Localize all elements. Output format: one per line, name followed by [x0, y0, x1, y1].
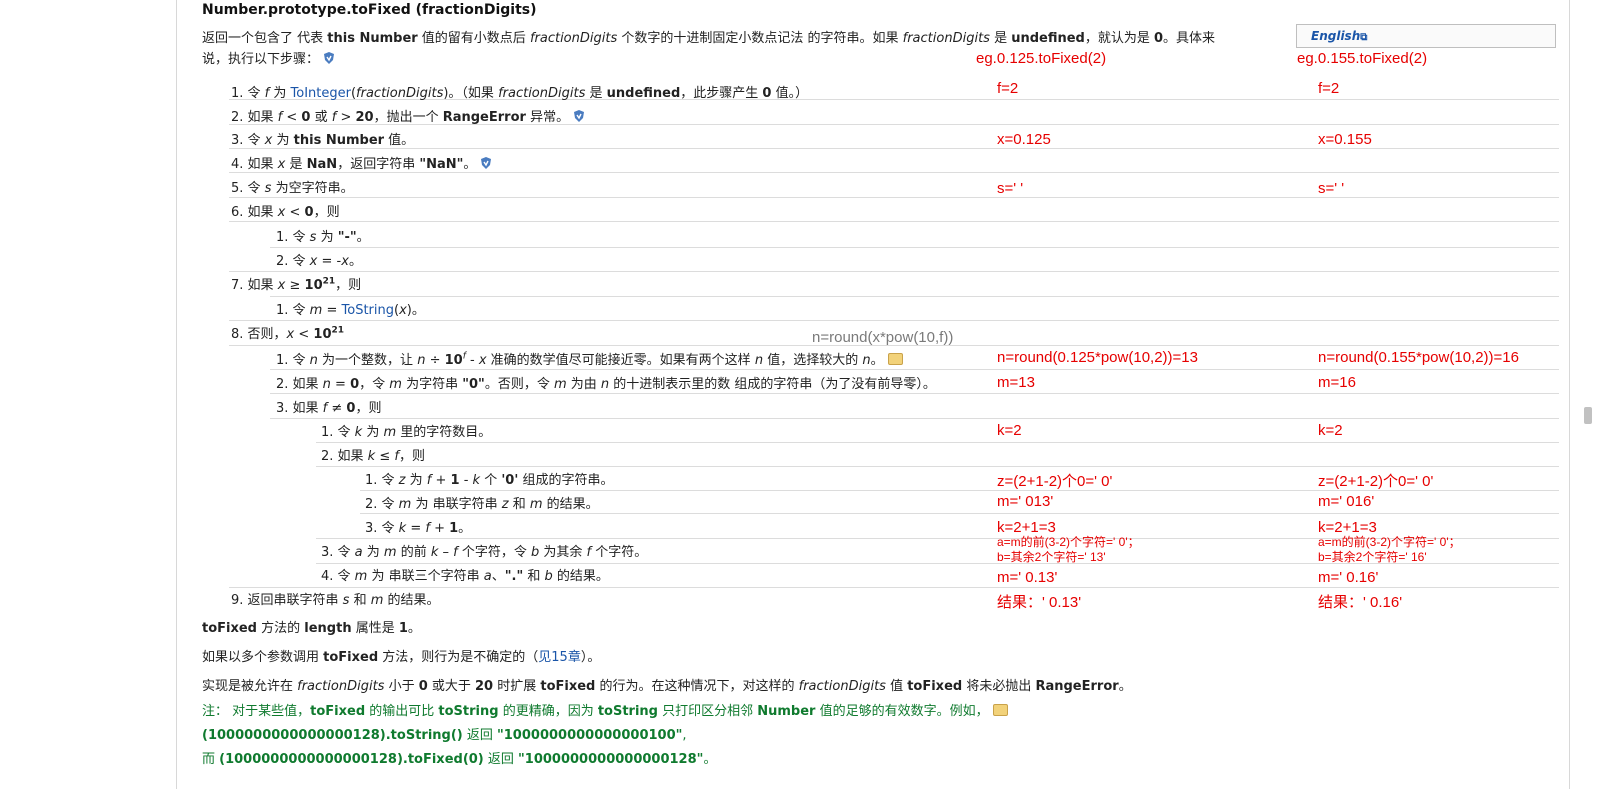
row-divider: [270, 369, 1559, 370]
row-divider: [229, 271, 1559, 272]
row-divider: [316, 466, 1559, 467]
multi-arg-paragraph: 如果以多个参数调用 toFixed 方法，则行为是不确定的（见15章）。: [202, 650, 601, 665]
shield-icon[interactable]: [322, 51, 336, 65]
annotation-a-x: x=0.125: [997, 131, 1051, 148]
note-icon[interactable]: [992, 704, 1008, 716]
step-3: 3. 令 x 为 this Number 值。: [231, 133, 415, 148]
annotation-b-m2: m=' 016': [1318, 493, 1375, 510]
row-divider: [229, 587, 1559, 588]
step-8-3-2-2: 2. 令 m 为 串联字符串 z 和 m 的结果。: [365, 497, 599, 512]
step-8-3-2-3: 3. 令 k = f + 1。: [365, 521, 472, 536]
step-7-1: 1. 令 m = ToString(x)。: [276, 303, 425, 318]
annotation-b-n: n=round(0.155*pow(10,2))=16: [1318, 349, 1519, 366]
external-link-icon: ⧉: [1360, 32, 1368, 43]
annotation-b-m3: m=' 0.16': [1318, 569, 1379, 586]
row-divider: [229, 148, 1559, 149]
step-7: 7. 如果 x ≥ 1021，则: [231, 276, 362, 293]
shield-icon[interactable]: [572, 109, 586, 123]
step-6-2: 2. 令 x = -x。: [276, 254, 362, 269]
annotation-b-title: eg.0.155.toFixed(2): [1297, 50, 1428, 67]
step-6: 6. 如果 x < 0，则: [231, 205, 340, 220]
step-9: 9. 返回串联字符串 s 和 m 的结果。: [231, 593, 440, 608]
annotation-b-ab1: a=m的前(3-2)个字符=' 0'；: [1318, 535, 1461, 549]
step-8-3-2: 2. 如果 k ≤ f，则: [321, 449, 425, 464]
annotation-a-n: n=round(0.125*pow(10,2))=13: [997, 349, 1198, 366]
row-divider: [270, 393, 1559, 394]
extension-paragraph: 实现是被允许在 fractionDigits 小于 0 或大于 20 时扩展 t…: [202, 679, 1132, 694]
english-link-box: English⧉: [1296, 24, 1556, 48]
length-paragraph: toFixed 方法的 length 属性是 1。: [202, 621, 421, 636]
annotation-b-z: z=(2+1-2)个0=' 0': [1318, 473, 1434, 490]
row-divider: [229, 221, 1559, 222]
page-title: Number.prototype.toFixed (fractionDigits…: [202, 2, 537, 18]
annotation-a-result: 结果：' 0.13': [997, 594, 1082, 611]
step-6-1: 1. 令 s 为 "-"。: [276, 230, 370, 245]
step-8-2: 2. 如果 n = 0，令 m 为字符串 "0"。否则，令 m 为由 n 的十进…: [276, 377, 936, 392]
annotation-b-x: x=0.155: [1318, 131, 1372, 148]
step-5: 5. 令 s 为空字符串。: [231, 181, 354, 196]
row-divider: [270, 418, 1559, 419]
tostring-link[interactable]: ToString: [342, 303, 394, 318]
step-4: 4. 如果 x 是 NaN，返回字符串 "NaN"。: [231, 153, 493, 172]
intro-line-1: 返回一个包含了 代表 this Number 值的留有小数点后 fraction…: [202, 31, 1216, 46]
step-8-3-4: 4. 令 m 为 串联三个字符串 a、"." 和 b 的结果。: [321, 569, 609, 584]
annotation-a-f: f=2: [997, 80, 1019, 97]
annotation-a-k: k=2: [997, 422, 1022, 439]
row-divider: [270, 247, 1559, 248]
row-divider: [229, 320, 1559, 321]
annotation-b-m: m=16: [1318, 374, 1356, 391]
row-divider: [270, 296, 1559, 297]
scrollbar-thumb[interactable]: [1584, 407, 1592, 424]
step-8-3: 3. 如果 f ≠ 0，则: [276, 401, 382, 416]
annotation-a-m2: m=' 013': [997, 493, 1054, 510]
step-8-1: 1. 令 n 为一个整数，让 n ÷ 10f - x 准确的数学值尽可能接近零。…: [276, 349, 903, 368]
step-2: 2. 如果 f < 0 或 f > 20，抛出一个 RangeError 异常。: [231, 106, 586, 125]
step-1: 1. 令 f 为 ToInteger(fractionDigits)。（如果 f…: [231, 86, 809, 101]
step-8: 8. 否则，x < 1021: [231, 325, 345, 342]
row-divider: [229, 197, 1559, 198]
annotation-a-s: s=' ': [997, 180, 1024, 197]
note-line-1: 注： 对于某些值，toFixed 的输出可比 toString 的更精确，因为 …: [202, 700, 1008, 719]
formula-annotation: n=round(x*pow(10,f)): [812, 329, 954, 346]
step-8-3-2-1: 1. 令 z 为 f + 1 - k 个 '0' 组成的字符串。: [365, 473, 614, 488]
annotation-b-s: s=' ': [1318, 180, 1345, 197]
annotation-a-k2: k=2+1=3: [997, 519, 1056, 536]
row-divider: [360, 513, 1559, 514]
chapter-15-link[interactable]: 见15章: [538, 650, 581, 665]
intro-line-2: 说，执行以下步骤：: [202, 50, 336, 70]
annotation-b-k: k=2: [1318, 422, 1343, 439]
tointeger-link[interactable]: ToInteger: [291, 86, 351, 101]
annotation-a-ab1: a=m的前(3-2)个字符=' 0'；: [997, 535, 1140, 549]
step-8-3-1: 1. 令 k 为 m 里的字符数目。: [321, 425, 492, 440]
shield-icon[interactable]: [479, 156, 493, 170]
annotation-a-m: m=13: [997, 374, 1035, 391]
step-8-3-3: 3. 令 a 为 m 的前 k – f 个字符，令 b 为其余 f 个字符。: [321, 545, 648, 560]
english-link[interactable]: English⧉: [1311, 29, 1367, 43]
annotation-a-m3: m=' 0.13': [997, 569, 1058, 586]
annotation-b-f: f=2: [1318, 80, 1340, 97]
annotation-a-ab2: b=其余2个字符=' 13': [997, 550, 1106, 564]
annotation-a-z: z=(2+1-2)个0=' 0': [997, 473, 1113, 490]
note-icon[interactable]: [887, 353, 903, 365]
row-divider: [316, 442, 1559, 443]
annotation-b-result: 结果：' 0.16': [1318, 594, 1403, 611]
annotation-a-title: eg.0.125.toFixed(2): [976, 50, 1107, 67]
annotation-b-ab2: b=其余2个字符=' 16': [1318, 550, 1427, 564]
note-line-3: 而 (1000000000000000128).toFixed(0) 返回 "1…: [202, 752, 717, 767]
annotation-b-k2: k=2+1=3: [1318, 519, 1377, 536]
note-line-2: (1000000000000000128).toString() 返回 "100…: [202, 728, 687, 743]
row-divider: [229, 172, 1559, 173]
